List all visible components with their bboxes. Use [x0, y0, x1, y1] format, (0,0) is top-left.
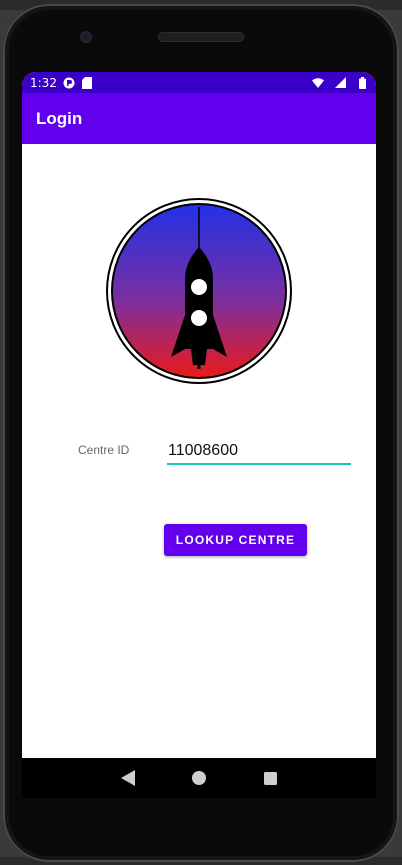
battery-icon — [356, 76, 368, 89]
back-icon[interactable] — [119, 769, 137, 787]
recents-icon[interactable] — [261, 769, 279, 787]
app-logo — [105, 197, 293, 385]
status-bar: 1:32 — [22, 72, 376, 93]
sd-card-icon — [81, 76, 93, 89]
app-bar: Login — [22, 93, 376, 144]
signal-icon — [334, 77, 346, 89]
earpiece-speaker — [158, 32, 244, 42]
launcher-icon — [63, 77, 75, 89]
system-nav-bar — [22, 758, 376, 798]
home-icon[interactable] — [190, 769, 208, 787]
centre-id-label: Centre ID — [78, 443, 130, 457]
app-screen: 1:32 Login Centre ID 11008600 LOOKUP CEN… — [22, 72, 376, 758]
wifi-icon — [312, 77, 324, 89]
front-camera-icon — [80, 31, 92, 43]
centre-id-input[interactable] — [167, 438, 351, 465]
lookup-centre-button[interactable]: LOOKUP CENTRE — [164, 524, 307, 556]
rocket-icon — [106, 198, 292, 384]
page-title: Login — [36, 108, 83, 128]
status-time: 1:32 — [30, 75, 57, 90]
